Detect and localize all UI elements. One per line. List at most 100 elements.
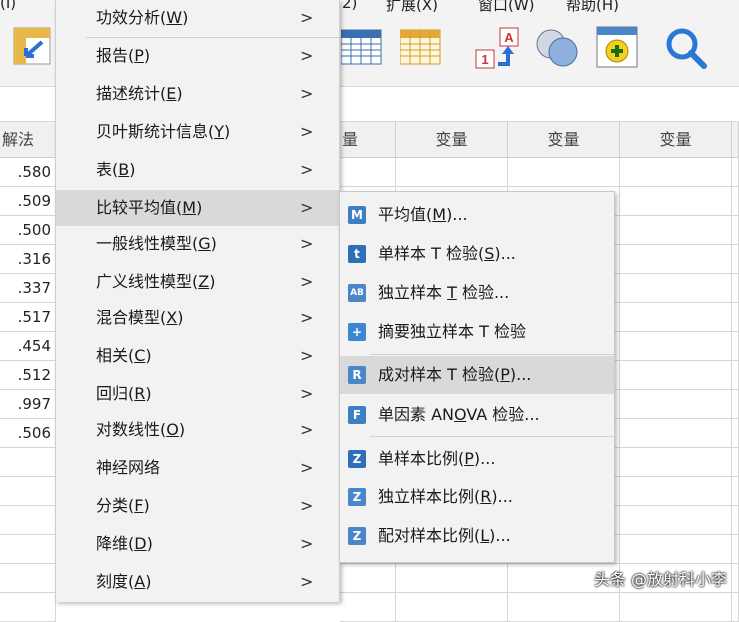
grid-cell[interactable] <box>0 477 56 506</box>
grid-cell[interactable]: .509 <box>0 187 56 216</box>
menu-item-mixed-models[interactable]: 混合模型(X) > <box>56 300 339 336</box>
grid-cell[interactable] <box>620 390 732 419</box>
menu-item-reports[interactable]: 报告(P) > <box>56 38 339 74</box>
grid-cell[interactable] <box>732 535 739 564</box>
grid-cell[interactable]: .512 <box>0 361 56 390</box>
menubar-partial-item[interactable]: (I) <box>0 0 16 12</box>
grid-cell[interactable]: .337 <box>0 274 56 303</box>
column-header[interactable]: 变量 <box>508 122 620 158</box>
grid-cell[interactable] <box>620 216 732 245</box>
grid-cell[interactable] <box>0 535 56 564</box>
menu-item-tables[interactable]: 表(B) > <box>56 152 339 188</box>
column-header[interactable]: 解法 <box>0 122 56 158</box>
grid-cell[interactable] <box>0 448 56 477</box>
grid-cell[interactable] <box>620 245 732 274</box>
grid-cell[interactable] <box>0 593 56 622</box>
grid-cell[interactable] <box>732 158 739 187</box>
grid-cell[interactable] <box>620 448 732 477</box>
grid-cell[interactable] <box>620 419 732 448</box>
grid-cell[interactable]: .997 <box>0 390 56 419</box>
submenu-item-means[interactable]: M 平均值(M)... <box>340 196 614 234</box>
grid-cell[interactable]: .506 <box>0 419 56 448</box>
submenu-item-one-sample-proportions[interactable]: Z 单样本比例(P)... <box>340 440 614 478</box>
grid-cell[interactable] <box>620 593 732 622</box>
grid-cell[interactable] <box>396 564 508 593</box>
grid-cell[interactable] <box>508 593 620 622</box>
menu-item-regression[interactable]: 回归(R) > <box>56 376 339 412</box>
column-header[interactable] <box>732 122 739 158</box>
submenu-item-one-way-anova[interactable]: F 单因素 ANOVA 检验... <box>340 396 614 434</box>
submenu-item-paired-samples-t-test[interactable]: R 成对样本 T 检验(P)... <box>340 356 614 394</box>
menu-item-dimension-reduction[interactable]: 降维(D) > <box>56 526 339 562</box>
grid-cell[interactable] <box>732 332 739 361</box>
menu-item-compare-means[interactable]: 比较平均值(M) > <box>56 190 339 226</box>
grid-cell[interactable]: .454 <box>0 332 56 361</box>
grid-cell[interactable] <box>620 361 732 390</box>
goto-case-icon[interactable] <box>12 26 52 66</box>
menu-item-correlate[interactable]: 相关(C) > <box>56 338 339 374</box>
menu-window[interactable]: 窗口(W) <box>478 0 535 14</box>
grid-cell[interactable] <box>732 303 739 332</box>
submenu-item-independent-samples-proportions[interactable]: Z 独立样本比例(R)... <box>340 478 614 516</box>
grid-cell[interactable] <box>732 361 739 390</box>
grid-cell[interactable]: .316 <box>0 245 56 274</box>
grid-cell[interactable]: .580 <box>0 158 56 187</box>
grid-cell[interactable] <box>732 593 739 622</box>
grid-cell[interactable] <box>732 187 739 216</box>
grid-cell[interactable] <box>732 564 739 593</box>
menu-extend[interactable]: 扩展(X) <box>386 0 438 14</box>
grid-cell[interactable] <box>0 506 56 535</box>
submenu-item-summary-independent-t-test[interactable]: + 摘要独立样本 T 检验 <box>340 313 614 351</box>
menu-item-classify[interactable]: 分类(F) > <box>56 488 339 524</box>
menu-item-general-linear-model[interactable]: 一般线性模型(G) > <box>56 226 339 262</box>
menu-item-neural-networks[interactable]: 神经网络 > <box>56 450 339 486</box>
grid-cell[interactable] <box>620 332 732 361</box>
menu-item-descriptive-statistics[interactable]: 描述统计(E) > <box>56 76 339 112</box>
search-icon[interactable] <box>664 26 708 70</box>
grid-cell[interactable] <box>620 535 732 564</box>
menu-item-bayesian-statistics[interactable]: 贝叶斯统计信息(Y) > <box>56 114 339 150</box>
menu-item-power-analysis[interactable]: 功效分析(W) > <box>56 0 339 36</box>
grid-cell[interactable] <box>340 593 396 622</box>
grid-cell[interactable] <box>396 593 508 622</box>
value-labels-icon[interactable] <box>533 26 581 70</box>
grid-cell[interactable] <box>508 158 620 187</box>
grid-cell[interactable] <box>340 158 396 187</box>
menu-item-scale[interactable]: 刻度(A) > <box>56 564 339 600</box>
menu-item-loglinear[interactable]: 对数线性(O) > <box>56 412 339 448</box>
submenu-item-paired-samples-proportions[interactable]: Z 配对样本比例(L)... <box>340 517 614 555</box>
grid-cell[interactable] <box>732 216 739 245</box>
grid-cell[interactable] <box>620 158 732 187</box>
column-header[interactable]: 量 <box>340 122 396 158</box>
submenu-arrow-icon: > <box>300 84 314 103</box>
submenu-item-one-sample-t-test[interactable]: t 单样本 T 检验(S)... <box>340 235 614 273</box>
grid-cell[interactable] <box>620 303 732 332</box>
grid-cell[interactable] <box>620 506 732 535</box>
grid-cell[interactable] <box>620 187 732 216</box>
split-file-icon[interactable]: A1 <box>474 26 522 70</box>
variables-icon[interactable] <box>340 26 383 66</box>
grid-cell[interactable] <box>732 448 739 477</box>
grid-cell[interactable]: .500 <box>0 216 56 245</box>
grid-cell[interactable]: .517 <box>0 303 56 332</box>
grid-cell[interactable] <box>396 158 508 187</box>
use-variable-sets-icon[interactable] <box>596 26 638 68</box>
grid-cell[interactable] <box>732 506 739 535</box>
column-header[interactable]: 变量 <box>620 122 732 158</box>
grid-cell[interactable] <box>732 390 739 419</box>
menu-help[interactable]: 帮助(H) <box>566 0 619 14</box>
grid-cell[interactable] <box>732 274 739 303</box>
grid-cell[interactable] <box>732 419 739 448</box>
grid-cell[interactable] <box>732 477 739 506</box>
grid-cell[interactable] <box>340 564 396 593</box>
submenu-item-independent-samples-t-test[interactable]: AB 独立样本 T 检验... <box>340 274 614 312</box>
menu-item-generalized-linear-models[interactable]: 广义线性模型(Z) > <box>56 264 339 300</box>
grid-cell[interactable] <box>732 245 739 274</box>
grid-cell[interactable] <box>0 564 56 593</box>
submenu-arrow-icon: > <box>300 8 314 27</box>
grid-cell[interactable] <box>620 477 732 506</box>
data-view-icon[interactable] <box>399 26 442 66</box>
grid-cell[interactable] <box>620 274 732 303</box>
menubar-partial-item-2[interactable]: 2) <box>342 0 357 12</box>
column-header[interactable]: 变量 <box>396 122 508 158</box>
